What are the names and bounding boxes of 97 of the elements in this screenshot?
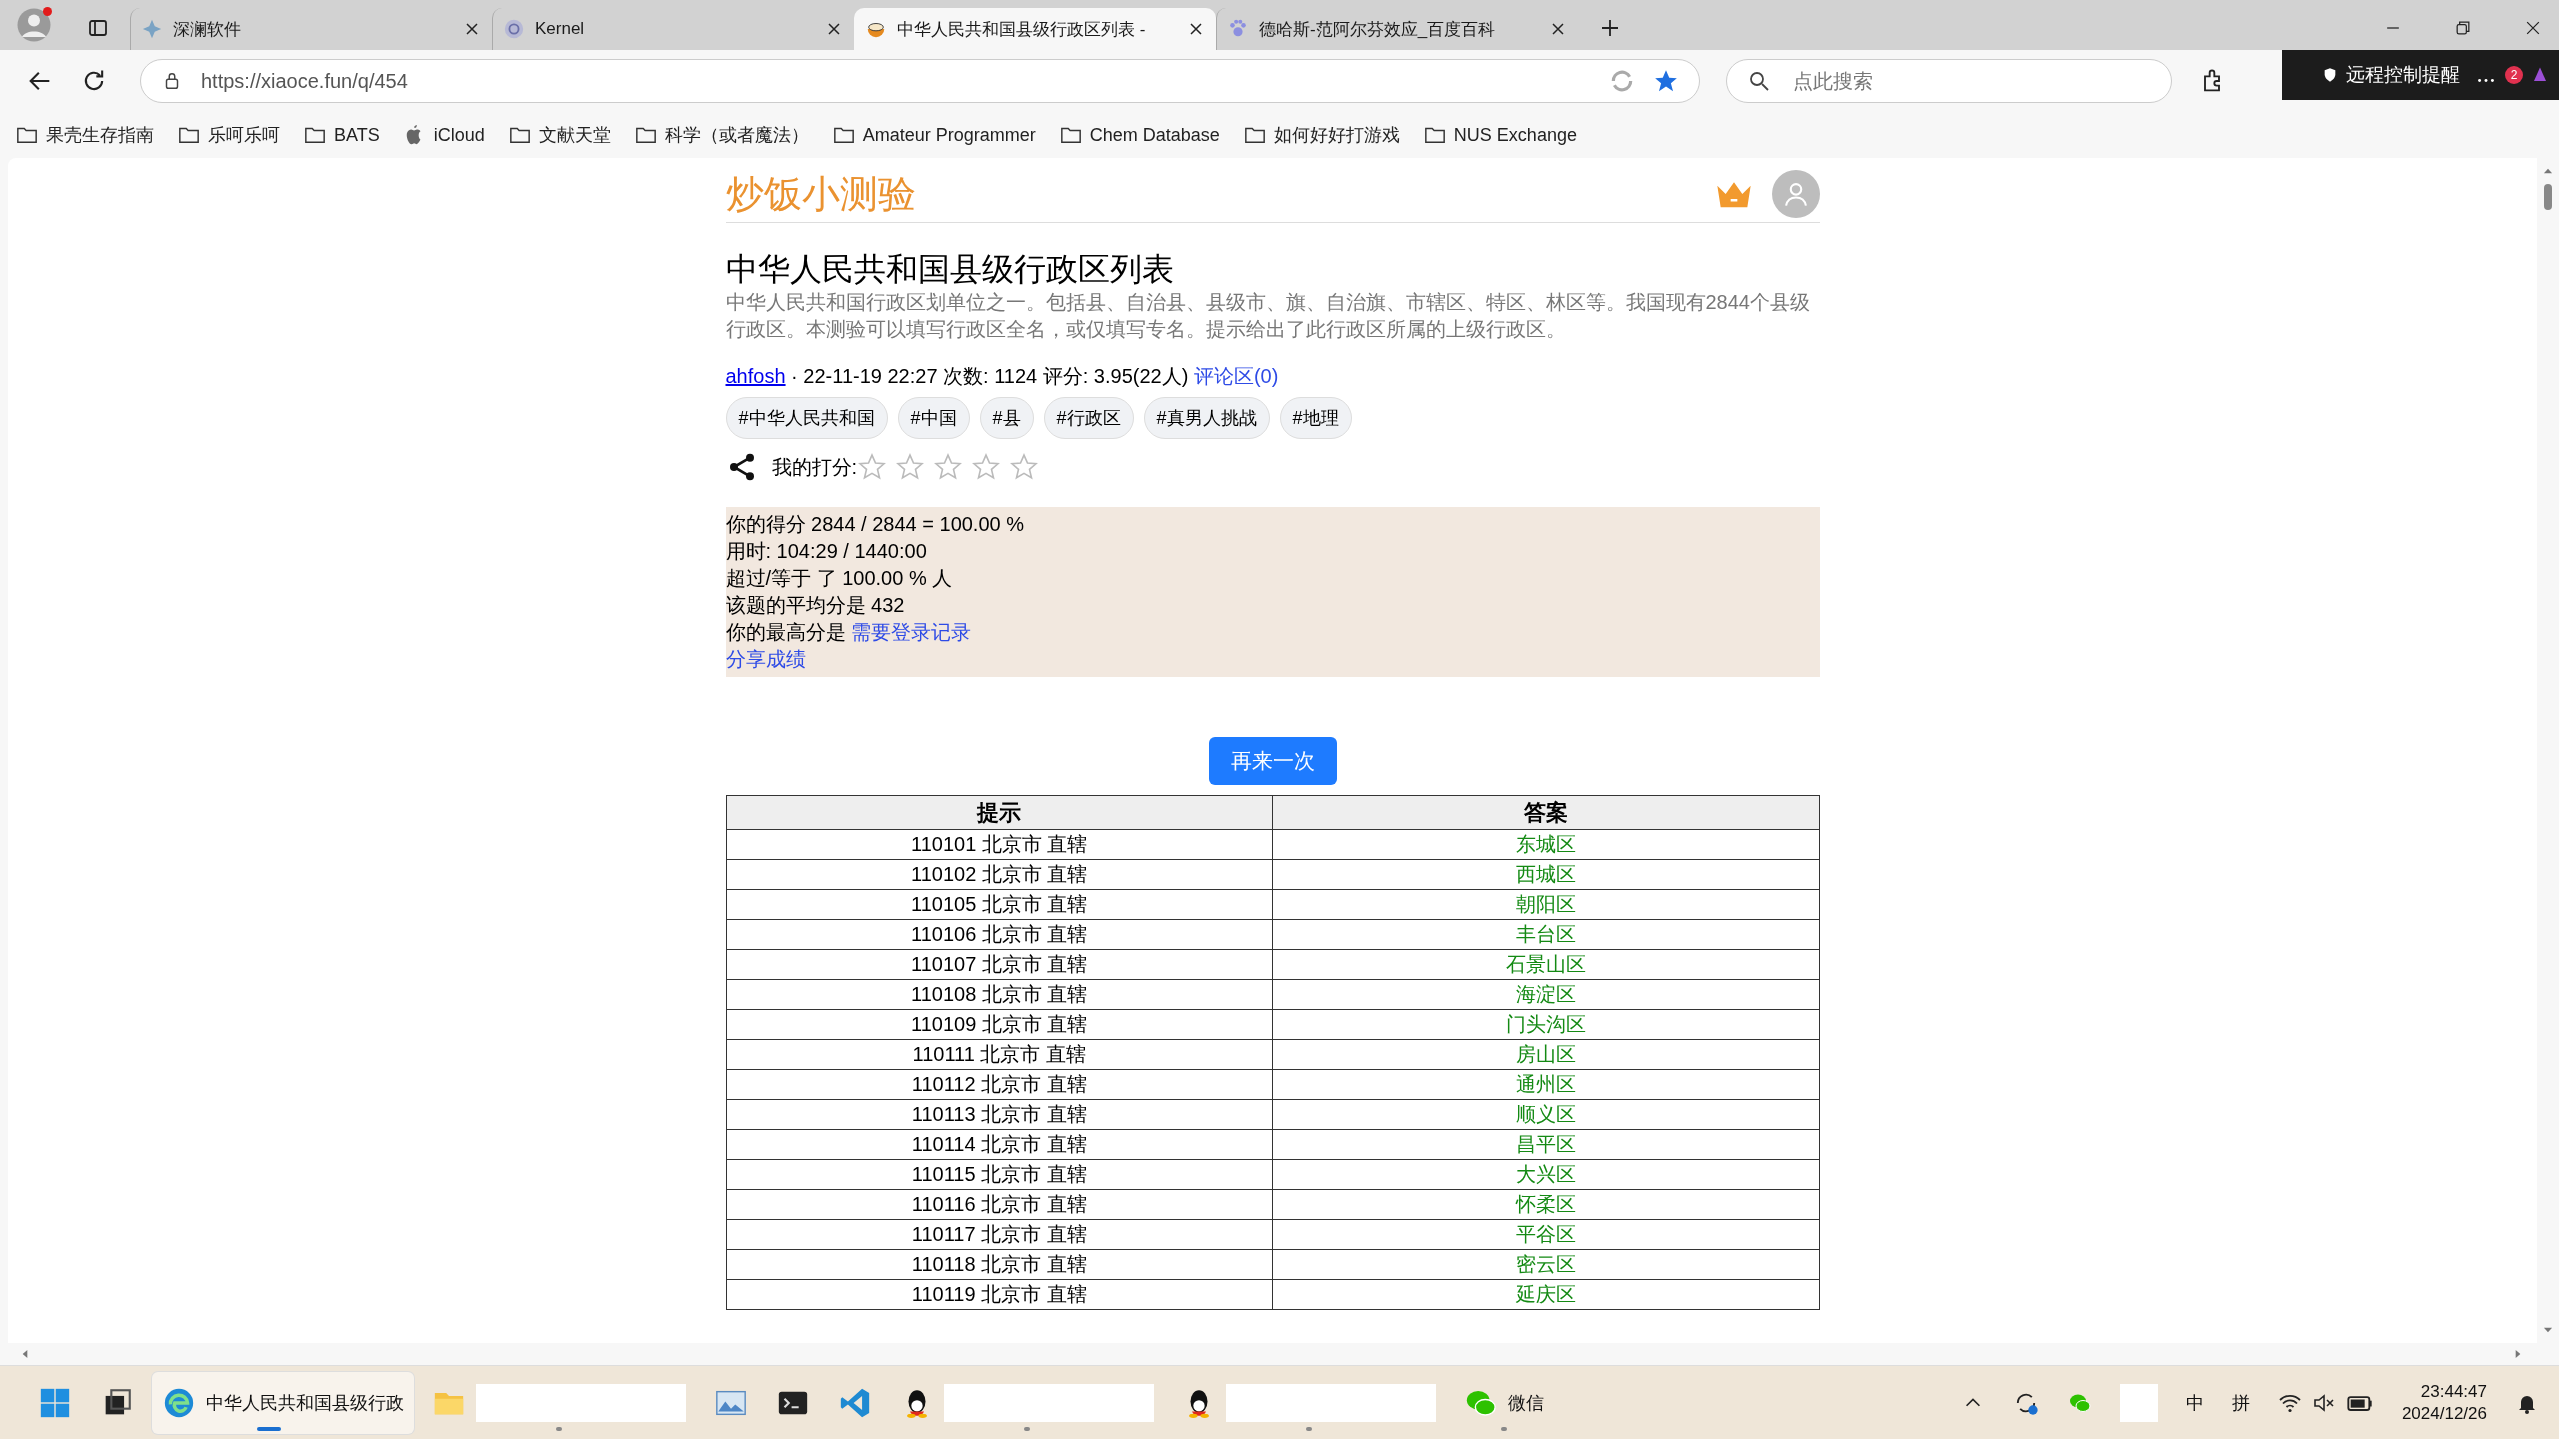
comments-link[interactable]: 评论区(0) (1193, 365, 1279, 387)
table-cell: 门头沟区 (1272, 1009, 1819, 1040)
result-line: 用时: 104:29 / 1440:00 (725, 539, 928, 564)
table-cell: 110106 北京市 直辖 (726, 919, 1273, 950)
quiz-title: 中华人民共和国县级行政区列表 (725, 250, 1175, 289)
site-icon (503, 18, 525, 40)
column-header: 提示 (726, 795, 1273, 830)
tag-chip[interactable]: #中国 (897, 397, 970, 439)
result-line: 超过/等于 了 100.00 % 人 (725, 566, 954, 591)
search-bar[interactable]: 点此搜索 (1726, 59, 2172, 103)
bookmark[interactable]: 如何好好打游戏 (1243, 123, 1400, 147)
share-result-link[interactable]: 分享成绩 (725, 648, 806, 670)
table-cell: 房山区 (1272, 1039, 1819, 1070)
bookmark[interactable]: NUS Exchange (1423, 124, 1577, 146)
empty-star-icon[interactable] (857, 452, 888, 482)
table-cell: 110105 北京市 直辖 (726, 889, 1273, 920)
table-cell: 110112 北京市 直辖 (726, 1069, 1273, 1100)
empty-star-icon[interactable] (1009, 452, 1040, 482)
table-cell: 延庆区 (1272, 1279, 1819, 1310)
table-cell: 大兴区 (1272, 1159, 1819, 1190)
tag-chip[interactable]: #行政区 (1043, 397, 1134, 439)
table-cell: 怀柔区 (1272, 1189, 1819, 1220)
tag-chip[interactable]: #县 (979, 397, 1034, 439)
bookmark[interactable]: iCloud (403, 124, 485, 146)
table-cell: 平谷区 (1272, 1219, 1819, 1250)
table-cell: 110118 北京市 直辖 (726, 1249, 1273, 1280)
table-cell: 110111 北京市 直辖 (726, 1039, 1273, 1070)
running-indicator (257, 1426, 281, 1431)
edge-sync-icon[interactable] (1609, 68, 1635, 94)
empty-star-icon[interactable] (895, 452, 926, 482)
table-cell: 顺义区 (1272, 1099, 1819, 1130)
table-cell: 110115 北京市 直辖 (726, 1159, 1273, 1190)
table-cell: 110113 北京市 直辖 (726, 1099, 1273, 1130)
result-line: 你的得分 2844 / 2844 = 100.00 % (725, 512, 1025, 537)
table-cell: 丰台区 (1272, 919, 1819, 950)
table-cell: 110116 北京市 直辖 (726, 1189, 1273, 1220)
ime-mode[interactable]: 中 (2185, 1390, 2204, 1415)
running-indicator (1306, 1426, 1312, 1431)
address-bar[interactable]: https://xiaoce.fun/q/454 (140, 59, 1700, 103)
table-cell: 110109 北京市 直辖 (726, 1009, 1273, 1040)
table-cell: 西城区 (1272, 859, 1819, 890)
taskbar-app[interactable]: 中华人民共和国县级行政 (152, 1371, 414, 1434)
rating-label: 我的打分: (771, 454, 858, 480)
browser-tab[interactable]: 中华人民共和国县级行政区列表 - (854, 8, 1216, 50)
table-cell: 密云区 (1272, 1249, 1819, 1280)
profile-avatar-icon[interactable] (16, 7, 52, 43)
bookmark[interactable]: 果壳生存指南 (16, 123, 154, 147)
quiz-stats: · 22-11-19 22:27 次数: 1124 评分: 3.95(22人) (790, 365, 1190, 387)
table-cell: 110108 北京市 直辖 (726, 979, 1273, 1010)
running-indicator (1024, 1426, 1030, 1431)
empty-star-icon[interactable] (933, 452, 964, 482)
notification-text: 远程控制提醒 (2346, 63, 2461, 87)
scrollbar-thumb[interactable] (2544, 184, 2552, 210)
table-cell: 昌平区 (1272, 1129, 1819, 1160)
result-line: 该题的平均分是 432 (725, 593, 906, 618)
table-cell: 通州区 (1272, 1069, 1819, 1100)
table-cell: 海淀区 (1272, 979, 1819, 1010)
tag-chip[interactable]: #地理 (1279, 397, 1352, 439)
retry-button[interactable]: 再来一次 (1208, 737, 1337, 785)
shield-icon (2322, 67, 2338, 83)
bookmark[interactable]: 乐呵乐呵 (178, 123, 280, 147)
favorite-star-icon[interactable] (1653, 68, 1679, 94)
running-indicator (1501, 1426, 1507, 1431)
tag-chip[interactable]: #真男人挑战 (1143, 397, 1270, 439)
empty-star-icon[interactable] (971, 452, 1002, 482)
table-cell: 石景山区 (1272, 949, 1819, 980)
table-cell: 110117 北京市 直辖 (726, 1219, 1273, 1250)
taskbar-app[interactable]: 微信 (1454, 1371, 1554, 1434)
bookmark[interactable]: BATS (304, 124, 380, 146)
url-text: https://xiaoce.fun/q/454 (201, 69, 409, 93)
clock-date[interactable]: 2024/12/26 (2401, 1402, 2487, 1425)
table-cell: 110114 北京市 直辖 (726, 1129, 1273, 1160)
author-link[interactable]: ahfosh (725, 365, 786, 387)
table-cell: 朝阳区 (1272, 889, 1819, 920)
table-cell: 110119 北京市 直辖 (726, 1279, 1273, 1310)
search-icon (1747, 69, 1771, 93)
ime-name[interactable]: 拼 (2231, 1390, 2250, 1415)
blank-label (2119, 1383, 2158, 1422)
column-header: 答案 (1272, 795, 1819, 830)
best-score-label: 你的最高分是 (725, 621, 847, 643)
notification-popup[interactable]: 远程控制提醒 2 (2282, 50, 2559, 100)
site-icon (141, 18, 163, 40)
bookmark[interactable]: 文献天堂 (508, 123, 611, 147)
table-cell: 110107 北京市 直辖 (726, 949, 1273, 980)
notification-badge: 2 (2505, 66, 2523, 84)
bookmark[interactable]: Amateur Programmer (832, 124, 1036, 146)
copilot-icon[interactable] (2531, 66, 2549, 84)
quiz-description: 中华人民共和国行政区划单位之一。包括县、自治县、县级市、旗、自治旗、市辖区、特区、林区等。我国现有2844个县级行政区。本测验可以填写行政区全名，或仅填写专名。提示给出了此行政区所属的上级行政区。 (725, 290, 1811, 342)
table-cell: 110102 北京市 直辖 (726, 859, 1273, 890)
bookmark[interactable]: 科学（或者魔法） (634, 123, 809, 147)
bookmark[interactable]: Chem Database (1059, 124, 1220, 146)
running-indicator (556, 1426, 562, 1431)
table-cell: 110101 北京市 直辖 (726, 829, 1273, 860)
tag-chip[interactable]: #中华人民共和国 (725, 397, 888, 439)
table-cell: 东城区 (1272, 829, 1819, 860)
clock-time[interactable]: 23:44:47 (2420, 1380, 2487, 1403)
login-link[interactable]: 需要登录记录 (851, 621, 972, 643)
